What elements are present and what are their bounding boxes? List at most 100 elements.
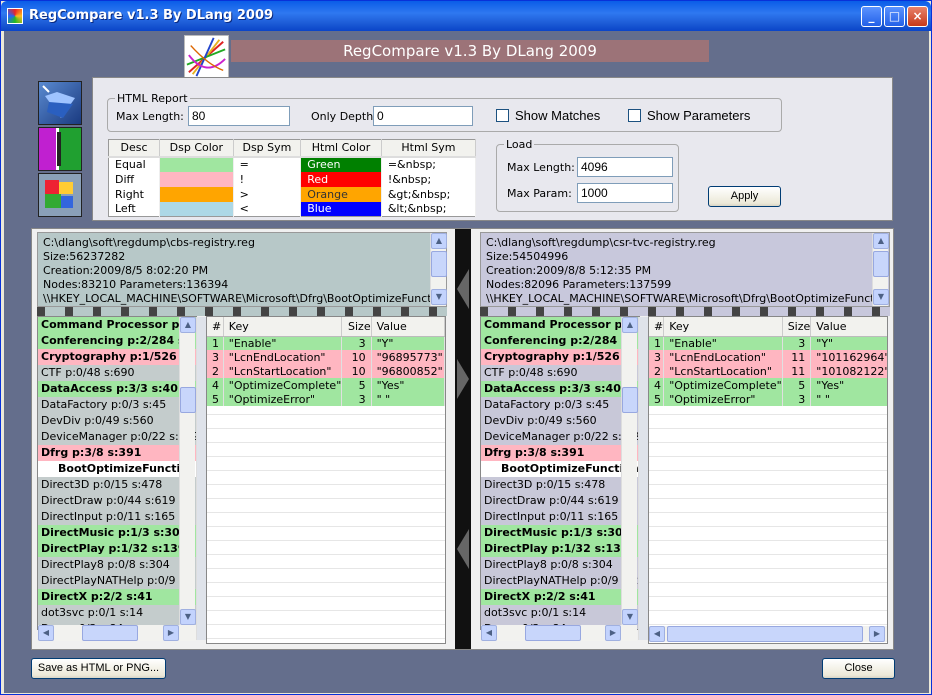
maximize-button[interactable]: □ xyxy=(884,6,905,27)
apply-button[interactable]: Apply xyxy=(708,186,781,207)
right-info-scrollbar[interactable]: ▲ ▼ xyxy=(872,233,889,306)
scroll-thumb[interactable] xyxy=(622,387,638,413)
show-matches-checkbox[interactable] xyxy=(496,109,509,122)
scroll-down-arrow-icon[interactable]: ▼ xyxy=(431,289,447,305)
scroll-thumb[interactable] xyxy=(873,251,889,277)
grid-row[interactable]: 4 "OptimizeComplete" 5 "Yes" xyxy=(649,378,887,392)
grid-row[interactable]: 1 "Enable" 3 "Y" xyxy=(649,336,887,350)
max-param-input[interactable] xyxy=(577,183,673,203)
tree-node[interactable]: DirectMusic p:1/3 s:306 xyxy=(38,525,196,541)
scroll-up-arrow-icon[interactable]: ▲ xyxy=(873,233,889,249)
tree-node[interactable]: DirectDraw p:0/44 s:619 xyxy=(38,493,196,509)
tree-node[interactable]: Cryptography p:1/526 s: xyxy=(38,349,196,365)
scroll-thumb[interactable] xyxy=(180,387,196,413)
grid-row[interactable]: 3 "LcnEndLocation" 11 "101162964" xyxy=(649,350,887,364)
close-button[interactable]: Close xyxy=(822,658,895,679)
tree-node[interactable]: Dfrg p:3/8 s:391 xyxy=(481,445,639,461)
scroll-thumb[interactable] xyxy=(667,626,863,642)
scroll-left-arrow-icon[interactable]: ◀ xyxy=(481,625,497,641)
tree-node[interactable]: DevDiv p:0/49 s:560 xyxy=(38,413,196,429)
scroll-thumb[interactable] xyxy=(431,251,447,277)
scroll-down-arrow-icon[interactable]: ▼ xyxy=(873,289,889,305)
scroll-thumb[interactable] xyxy=(525,625,581,641)
tree-node[interactable]: DataAccess p:3/3 s:40 xyxy=(481,381,639,397)
right-tree-hscroll[interactable]: ◀ ▶ xyxy=(481,625,637,641)
save-html-png-button[interactable]: Save as HTML or PNG... xyxy=(31,658,166,679)
scroll-thumb[interactable] xyxy=(82,625,138,641)
tree-node[interactable]: DirectPlay8 p:0/8 s:304 xyxy=(38,557,196,573)
show-matches-label[interactable]: Show Matches xyxy=(515,108,600,123)
tree-node[interactable]: DirectMusic p:1/3 s:306 xyxy=(481,525,639,541)
tree-node[interactable]: DirectPlay p:1/32 s:1397 xyxy=(38,541,196,557)
tree-node[interactable]: dot3svc p:0/1 s:14 xyxy=(38,605,196,621)
compare-button[interactable] xyxy=(38,127,82,171)
left-key-tree[interactable]: Command Processor p:5 Conferencing p:2/28… xyxy=(37,316,197,630)
tree-node[interactable]: DirectInput p:0/11 s:165 xyxy=(38,509,196,525)
tree-node[interactable]: Conferencing p:2/284 s: xyxy=(481,333,639,349)
scroll-up-arrow-icon[interactable]: ▲ xyxy=(180,317,196,333)
scroll-right-arrow-icon[interactable]: ▶ xyxy=(605,625,621,641)
scroll-left-arrow-icon[interactable]: ◀ xyxy=(649,626,665,642)
tree-node[interactable]: BootOptimizeFunction xyxy=(38,461,196,477)
tree-node[interactable]: DevDiv p:0/49 s:560 xyxy=(481,413,639,429)
tree-node[interactable]: DirectInput p:0/11 s:165 xyxy=(481,509,639,525)
grid-header-cell[interactable]: Size xyxy=(782,317,812,337)
grid-row[interactable]: 5 "OptimizeError" 3 " " xyxy=(207,392,445,406)
grid-header-cell[interactable]: Key xyxy=(223,317,343,337)
title-bar[interactable]: RegCompare v1.3 By DLang 2009 _ □ × xyxy=(1,1,931,31)
tree-node[interactable]: BootOptimizeFunction xyxy=(481,461,639,477)
tree-node[interactable]: DirectDraw p:0/44 s:619 xyxy=(481,493,639,509)
scroll-left-arrow-icon[interactable]: ◀ xyxy=(38,625,54,641)
tree-node[interactable]: Command Processor p:5 xyxy=(38,317,196,333)
tree-node[interactable]: Command Processor p:5 xyxy=(481,317,639,333)
tree-node[interactable]: Direct3D p:0/15 s:478 xyxy=(38,477,196,493)
tree-node[interactable]: DirectPlayNATHelp p:0/9 s:2 xyxy=(481,573,639,589)
left-tree-hscroll[interactable]: ◀ ▶ xyxy=(38,625,196,641)
grid-header-cell[interactable]: Value xyxy=(371,317,445,337)
tree-node[interactable]: DirectX p:2/2 s:41 xyxy=(38,589,196,605)
scroll-up-arrow-icon[interactable]: ▲ xyxy=(622,317,638,333)
tree-node[interactable]: Dfrg p:3/8 s:391 xyxy=(38,445,196,461)
grid-row[interactable]: 5 "OptimizeError" 3 " " xyxy=(649,392,887,406)
scroll-down-arrow-icon[interactable]: ▼ xyxy=(622,609,638,625)
left-pane-splitter[interactable] xyxy=(196,317,206,640)
grid-row[interactable]: 2 "LcnStartLocation" 10 "96800852" xyxy=(207,364,445,378)
options-button[interactable] xyxy=(38,173,82,217)
show-parameters-label[interactable]: Show Parameters xyxy=(647,108,750,123)
right-key-tree[interactable]: Command Processor p:5 Conferencing p:2/28… xyxy=(480,316,640,630)
tree-node[interactable]: DataAccess p:3/3 s:40 xyxy=(38,381,196,397)
tree-node[interactable]: Direct3D p:0/15 s:478 xyxy=(481,477,639,493)
tree-node[interactable]: DataFactory p:0/3 s:45 xyxy=(481,397,639,413)
left-info-scrollbar[interactable]: ▲ ▼ xyxy=(430,233,447,306)
scroll-down-arrow-icon[interactable]: ▼ xyxy=(180,609,196,625)
tree-node[interactable]: DeviceManager p:0/22 s:889 xyxy=(38,429,196,445)
left-tree-vscroll[interactable]: ▲ ▼ xyxy=(179,317,196,625)
tree-node[interactable]: DataFactory p:0/3 s:45 xyxy=(38,397,196,413)
scroll-up-arrow-icon[interactable]: ▲ xyxy=(431,233,447,249)
grid-row[interactable]: 1 "Enable" 3 "Y" xyxy=(207,336,445,350)
minimize-button[interactable]: _ xyxy=(861,6,882,27)
tree-node[interactable]: DirectPlayNATHelp p:0/9 s:2 xyxy=(38,573,196,589)
open-folder-button[interactable] xyxy=(38,81,82,125)
right-grid-hscroll[interactable]: ◀ ▶ xyxy=(649,626,887,642)
grid-row[interactable]: 2 "LcnStartLocation" 11 "101082122" xyxy=(649,364,887,378)
left-values-grid[interactable]: # Key Size Value 1 "Enable" 3 "Y" 3 "LcnEndLocat… xyxy=(206,316,446,644)
tree-node[interactable]: DeviceManager p:0/22 s:889 xyxy=(481,429,639,445)
tree-node[interactable]: Cryptography p:1/526 s: xyxy=(481,349,639,365)
tree-node[interactable]: DirectPlay8 p:0/8 s:304 xyxy=(481,557,639,573)
grid-header-cell[interactable]: # xyxy=(649,317,665,337)
right-values-grid[interactable]: # Key Size Value 1 "Enable" 3 "Y" 3 "LcnEndLocat… xyxy=(648,316,888,644)
grid-row[interactable]: 4 "OptimizeComplete" 5 "Yes" xyxy=(207,378,445,392)
tree-node[interactable]: dot3svc p:0/1 s:14 xyxy=(481,605,639,621)
tree-node[interactable]: DirectPlay p:1/32 s:1397 xyxy=(481,541,639,557)
grid-row[interactable]: 3 "LcnEndLocation" 10 "96895773" xyxy=(207,350,445,364)
load-max-length-input[interactable] xyxy=(577,157,673,177)
grid-header-cell[interactable]: Size xyxy=(341,317,372,337)
right-tree-vscroll[interactable]: ▲ ▼ xyxy=(621,317,638,625)
scroll-right-arrow-icon[interactable]: ▶ xyxy=(869,626,885,642)
tree-node[interactable]: CTF p:0/48 s:690 xyxy=(481,365,639,381)
grid-header-cell[interactable]: Key xyxy=(663,317,783,337)
show-parameters-checkbox[interactable] xyxy=(628,109,641,122)
tree-node[interactable]: DirectX p:2/2 s:41 xyxy=(481,589,639,605)
center-splitter[interactable] xyxy=(455,229,471,649)
